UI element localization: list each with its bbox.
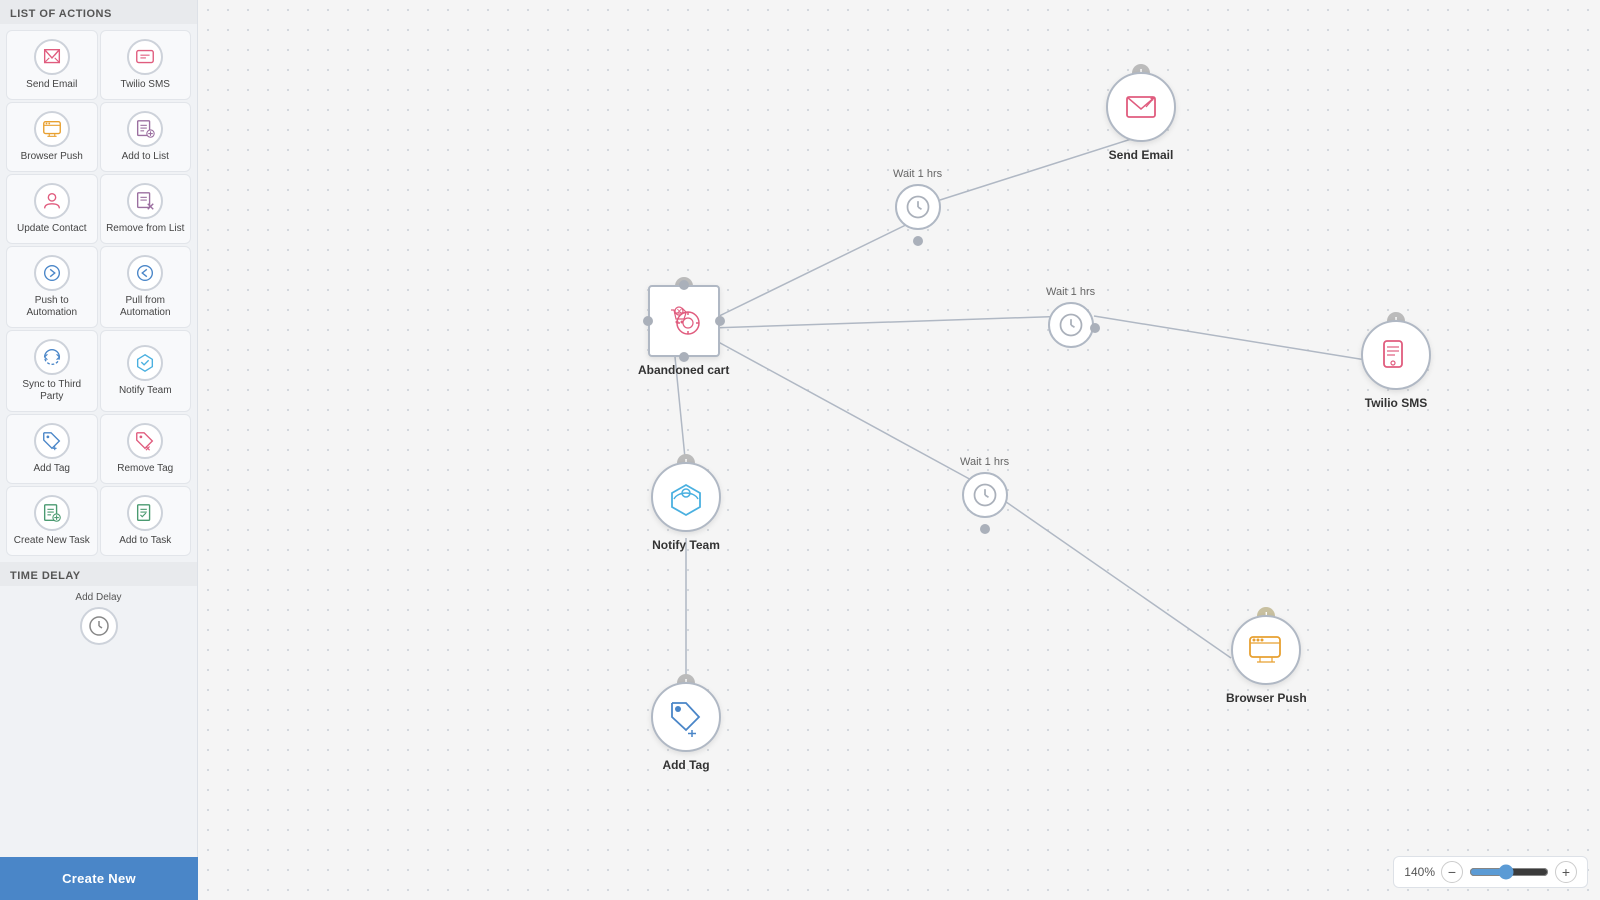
actions-grid: Send Email Twilio SMS [0,24,197,562]
abandoned-cart-label: Abandoned cart [638,363,729,377]
create-new-task-icon [34,495,70,531]
wait-label-1: Wait 1 hrs [893,168,942,180]
delay-title: TIME DELAY [0,562,197,586]
send-email-label: Send Email [26,79,77,91]
sidebar-item-sync-to-third-party[interactable]: Sync to Third Party [6,330,98,412]
wait-node-3[interactable]: Wait 1 hrs [960,456,1009,534]
abandoned-cart-connector-left[interactable] [643,316,653,326]
zoom-level: 140% [1404,865,1435,879]
sidebar-item-update-contact[interactable]: Update Contact [6,174,98,244]
remove-tag-label: Remove Tag [117,463,173,475]
notify-team-label: Notify Team [119,385,172,397]
wait-label-2: Wait 1 hrs [1046,286,1095,298]
sidebar-item-send-email[interactable]: Send Email [6,30,98,100]
twilio-sms-circle[interactable] [1361,320,1431,390]
sidebar-item-twilio-sms[interactable]: Twilio SMS [100,30,192,100]
add-tag-canvas-label: Add Tag [662,758,709,772]
delay-icon [80,607,118,645]
abandoned-cart-connector-bottom[interactable] [679,352,689,362]
abandoned-cart-box[interactable]: ✕ [648,285,720,357]
remove-from-list-label: Remove from List [106,223,184,235]
sidebar-item-remove-from-list[interactable]: Remove from List [100,174,192,244]
add-tag-label: Add Tag [33,463,70,475]
add-tag-circle[interactable] [651,682,721,752]
browser-push-label: Browser Push [21,151,83,163]
browser-push-icon [34,111,70,147]
zoom-controls: 140% − + [1393,856,1588,888]
sidebar-item-add-to-list[interactable]: Add to List [100,102,192,172]
send-email-node[interactable]: ! Send Email [1106,72,1176,162]
remove-from-list-icon [127,183,163,219]
notify-team-canvas-label: Notify Team [652,538,720,552]
pull-from-automation-icon [127,255,163,291]
sync-to-third-party-label: Sync to Third Party [11,379,93,403]
send-email-icon [34,39,70,75]
add-tag-node[interactable]: ! Add Tag [651,682,721,772]
wait-label-3: Wait 1 hrs [960,456,1009,468]
wait-circle-3[interactable] [962,472,1008,518]
wait-1-connector[interactable] [913,236,923,246]
browser-push-canvas-label: Browser Push [1226,691,1307,705]
send-email-canvas-label: Send Email [1109,148,1174,162]
sidebar: LIST OF ACTIONS Send Email [0,0,198,900]
create-new-button[interactable]: Create New [0,857,198,900]
notify-team-icon [127,345,163,381]
twilio-sms-node[interactable]: ! Twilio SMS [1361,320,1431,410]
pull-from-automation-label: Pull from Automation [105,295,187,319]
zoom-out-button[interactable]: − [1441,861,1463,883]
sidebar-item-push-to-automation[interactable]: Push to Automation [6,246,98,328]
push-to-automation-label: Push to Automation [11,295,93,319]
remove-tag-icon [127,423,163,459]
connection-lines [198,0,1600,900]
wait-circle-1[interactable] [895,184,941,230]
abandoned-cart-connector-top[interactable] [679,280,689,290]
add-to-list-label: Add to List [122,151,169,163]
create-new-task-label: Create New Task [14,535,90,547]
sidebar-item-add-tag[interactable]: Add Tag [6,414,98,484]
sidebar-item-notify-team[interactable]: Notify Team [100,330,192,412]
svg-text:✕: ✕ [676,307,683,316]
zoom-in-button[interactable]: + [1555,861,1577,883]
update-contact-label: Update Contact [17,223,87,235]
wait-node-1[interactable]: Wait 1 hrs [893,168,942,246]
delay-label: Add Delay [75,592,121,603]
browser-push-circle[interactable] [1231,615,1301,685]
add-tag-icon [34,423,70,459]
send-email-circle[interactable] [1106,72,1176,142]
sidebar-delay-item[interactable]: Add Delay [0,586,197,651]
abandoned-cart-node[interactable]: ! ✕ [638,285,729,377]
add-to-task-label: Add to Task [119,535,171,547]
push-to-automation-icon [34,255,70,291]
twilio-sms-canvas-label: Twilio SMS [1365,396,1427,410]
abandoned-cart-connector-right[interactable] [715,316,725,326]
workflow-canvas: ! ✕ [198,0,1600,900]
sync-to-third-party-icon [34,339,70,375]
sidebar-item-pull-from-automation[interactable]: Pull from Automation [100,246,192,328]
wait-node-2[interactable]: Wait 1 hrs [1046,286,1095,348]
notify-team-node[interactable]: ! Notify Team [651,462,721,552]
sidebar-item-create-new-task[interactable]: Create New Task [6,486,98,556]
actions-title: LIST OF ACTIONS [0,0,197,24]
sidebar-item-remove-tag[interactable]: Remove Tag [100,414,192,484]
sidebar-item-browser-push[interactable]: Browser Push [6,102,98,172]
add-to-task-icon [127,495,163,531]
wait-3-connector[interactable] [980,524,990,534]
wait-circle-2[interactable] [1048,302,1094,348]
wait-2-connector-right[interactable] [1090,323,1100,333]
twilio-sms-label: Twilio SMS [121,79,170,91]
browser-push-node[interactable]: ! Browser Push [1226,615,1307,705]
zoom-slider[interactable] [1469,864,1549,880]
twilio-sms-icon [127,39,163,75]
sidebar-item-add-to-task[interactable]: Add to Task [100,486,192,556]
update-contact-icon [34,183,70,219]
add-to-list-icon [127,111,163,147]
notify-team-circle[interactable] [651,462,721,532]
